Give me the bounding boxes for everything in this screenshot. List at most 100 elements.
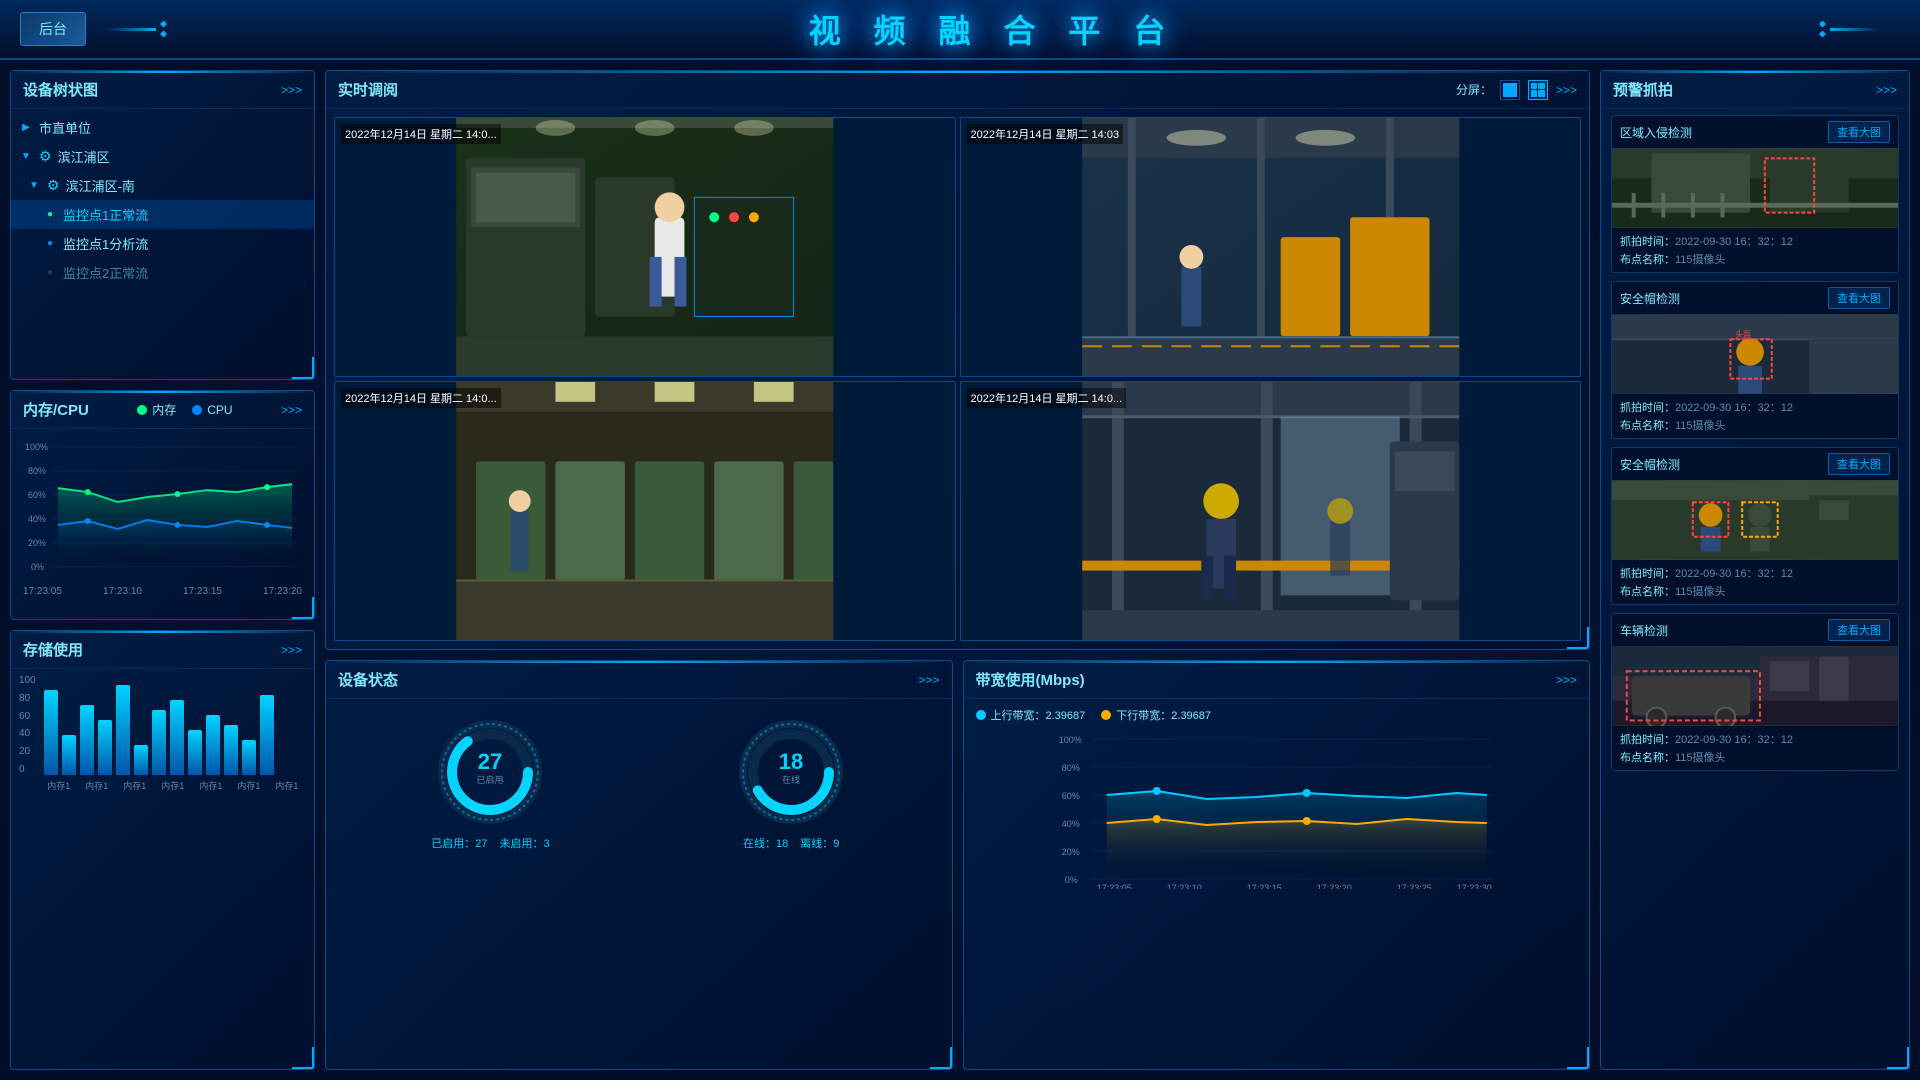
storage-bar-3 <box>98 720 112 775</box>
svg-text:在线: 在线 <box>782 774 800 785</box>
warning-item-4-view-btn[interactable]: 查看大图 <box>1828 619 1890 641</box>
video-1-svg <box>335 118 955 376</box>
warning-2-svg: 头盔 <box>1612 314 1898 394</box>
cpu-legend-dot <box>192 405 202 415</box>
realtime-panel: 实时调阅 分屏： >>> <box>325 70 1590 650</box>
upload-legend-dot <box>976 710 986 720</box>
svg-text:40%: 40% <box>28 514 46 524</box>
tree-item-monitor1-analyze[interactable]: ● 监控点1分析流 <box>11 229 314 258</box>
storage-x-labels: 内存1 内存1 内存1 内存1 内存1 内存1 内存1 <box>40 779 306 792</box>
storage-chart-container: 100 80 60 40 20 0 内存1 内存1 内存1 <box>19 675 306 792</box>
svg-text:40%: 40% <box>1061 819 1079 829</box>
storage-x-label-3: 内存1 <box>123 779 146 792</box>
warning-3-location: 布点名称：115摄像头 <box>1620 583 1890 599</box>
left-column: 设备树状图 >>> ▶ 市直单位 ▼ ⚙ 滨江浦区 ▼ ⚙ <box>10 70 315 1070</box>
device-status-more[interactable]: >>> <box>918 673 939 687</box>
storage-header: 存储使用 >>> <box>11 631 314 669</box>
upload-legend-label: 上行带宽：2.39687 <box>991 707 1086 723</box>
warning-item-2: 安全帽检测 查看大图 <box>1611 281 1899 439</box>
video-4-svg <box>961 382 1581 640</box>
storage-bars-wrapper: 内存1 内存1 内存1 内存1 内存1 内存1 内存1 <box>40 675 306 792</box>
back-button[interactable]: 后台 <box>20 12 86 46</box>
realtime-header: 实时调阅 分屏： >>> <box>326 71 1589 109</box>
status-dot-green: ● <box>43 208 57 222</box>
device-tree-title: 设备树状图 <box>23 79 98 100</box>
tree-item-binjiangu[interactable]: ▼ ⚙ 滨江浦区 <box>11 142 314 171</box>
warning-item-4: 车辆检测 查看大图 <box>1611 613 1899 771</box>
warning-item-3-view-btn[interactable]: 查看大图 <box>1828 453 1890 475</box>
y-100: 100 <box>19 675 36 686</box>
bandwidth-more[interactable]: >>> <box>1556 673 1577 687</box>
tree-item-monitor2-normal-label: 监控点2正常流 <box>63 263 148 282</box>
gauge1-sub: 已启用：27 未启用：3 <box>431 835 549 851</box>
storage-bar-fill-5 <box>134 745 148 775</box>
storage-x-label-4: 内存1 <box>161 779 184 792</box>
storage-bar-fill-0 <box>44 690 58 775</box>
y-60: 60 <box>19 711 36 722</box>
svg-text:17:23:10: 17:23:10 <box>1166 883 1201 889</box>
storage-bar-fill-8 <box>188 730 202 775</box>
video-grid: 2022年12月14日 星期二 14:0... <box>326 109 1589 649</box>
split-label: 分屏： <box>1456 81 1492 98</box>
mem-legend-item: 内存 <box>137 401 176 418</box>
video-cell-2[interactable]: 2022年12月14日 星期二 14:03 <box>960 117 1582 377</box>
page-title: 视 频 融 合 平 台 <box>167 6 1819 52</box>
warning-title: 预警抓拍 <box>1613 79 1673 100</box>
tree-item-shizhidanwei[interactable]: ▶ 市直单位 <box>11 113 314 142</box>
gauge2-svg: 18 在线 <box>736 717 846 827</box>
video-cell-4[interactable]: 2022年12月14日 星期二 14:0... <box>960 381 1582 641</box>
main-layout: 设备树状图 >>> ▶ 市直单位 ▼ ⚙ 滨江浦区 ▼ ⚙ <box>0 60 1920 1080</box>
video-cell-3[interactable]: 2022年12月14日 星期二 14:0... <box>334 381 956 641</box>
warning-item-1: 区域入侵检测 查看大图 <box>1611 115 1899 273</box>
warning-item-3-meta: 抓拍时间：2022-09-30 16：32：12 布点名称：115摄像头 <box>1612 560 1898 604</box>
warning-item-2-view-btn[interactable]: 查看大图 <box>1828 287 1890 309</box>
storage-bar-fill-3 <box>98 720 112 775</box>
device-tree-more[interactable]: >>> <box>281 83 302 97</box>
video-cell-1[interactable]: 2022年12月14日 星期二 14:0... <box>334 117 956 377</box>
split-4-cell-3 <box>1531 90 1538 97</box>
cpu-mem-header: 内存/CPU 内存 CPU >>> <box>11 391 314 429</box>
video-1-timestamp: 2022年12月14日 星期二 14:0... <box>341 124 501 144</box>
video-4-timestamp: 2022年12月14日 星期二 14:0... <box>967 388 1127 408</box>
video-2-svg <box>961 118 1581 376</box>
gauge-row: 27 已启用 已启用：27 未启用：3 <box>338 707 940 861</box>
storage-bar-1 <box>62 735 76 775</box>
video-2-timestamp: 2022年12月14日 星期二 14:03 <box>967 124 1124 144</box>
warning-2-time: 抓拍时间：2022-09-30 16：32：12 <box>1620 399 1890 415</box>
mem-legend-dot <box>137 405 147 415</box>
cpu-mem-title: 内存/CPU <box>23 399 89 420</box>
y-20: 20 <box>19 746 36 757</box>
download-legend-label: 下行带宽：2.39687 <box>1116 707 1211 723</box>
storage-bar-fill-10 <box>224 725 238 775</box>
svg-text:20%: 20% <box>28 538 46 548</box>
storage-bar-fill-1 <box>62 735 76 775</box>
warning-items-list: 区域入侵检测 查看大图 <box>1601 109 1909 777</box>
tree-item-monitor2-normal[interactable]: ● 监控点2正常流 <box>11 258 314 287</box>
tree-item-binjiangu-nan[interactable]: ▼ ⚙ 滨江浦区-南 <box>11 171 314 200</box>
tree-item-monitor1-normal[interactable]: ● 监控点1正常流 <box>11 200 314 229</box>
split-4-cell-2 <box>1538 83 1545 90</box>
svg-text:60%: 60% <box>28 490 46 500</box>
storage-x-label-7: 内存1 <box>275 779 298 792</box>
warning-4-location: 布点名称：115摄像头 <box>1620 749 1890 765</box>
warning-item-1-view-btn[interactable]: 查看大图 <box>1828 121 1890 143</box>
storage-more[interactable]: >>> <box>281 643 302 657</box>
storage-x-label-2: 内存1 <box>85 779 108 792</box>
cpu-mem-more[interactable]: >>> <box>281 403 302 417</box>
bottom-center: 设备状态 >>> <box>325 660 1590 1070</box>
storage-bar-fill-4 <box>116 685 130 775</box>
tree-item-label: 市直单位 <box>39 118 91 137</box>
split-4-button[interactable] <box>1528 80 1548 100</box>
realtime-more[interactable]: >>> <box>1556 83 1577 97</box>
warning-panel: 预警抓拍 >>> 区域入侵检测 查看大图 <box>1600 70 1910 1070</box>
x-label-2: 17:23:10 <box>103 586 142 597</box>
tree-item-monitor1-analyze-label: 监控点1分析流 <box>63 234 148 253</box>
warning-more[interactable]: >>> <box>1876 83 1897 97</box>
warning-item-3-image <box>1612 480 1898 560</box>
warning-1-time: 抓拍时间：2022-09-30 16：32：12 <box>1620 233 1890 249</box>
warning-item-1-image <box>1612 148 1898 228</box>
gauge1-svg: 27 已启用 <box>435 717 545 827</box>
split-1-button[interactable] <box>1500 80 1520 100</box>
storage-bar-8 <box>188 730 202 775</box>
cpu-mem-panel: 内存/CPU 内存 CPU >>> <box>10 390 315 620</box>
